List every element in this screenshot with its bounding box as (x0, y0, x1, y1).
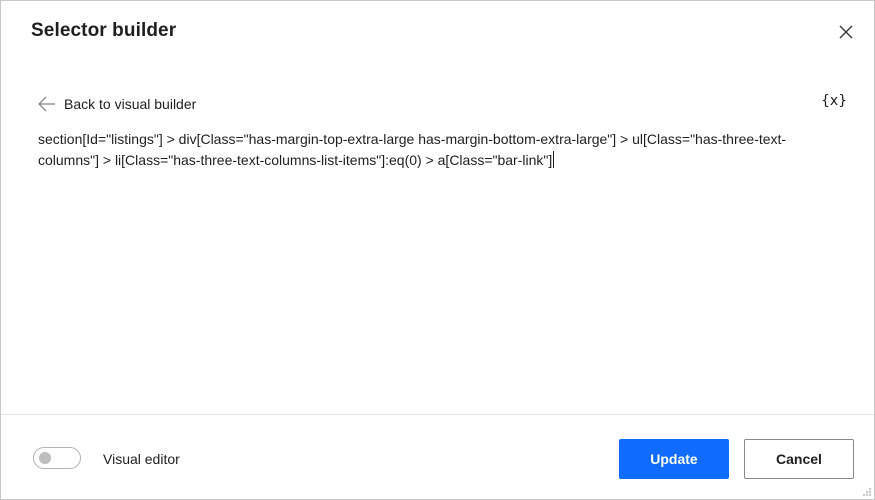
back-link-label: Back to visual builder (64, 96, 197, 112)
visual-editor-label: Visual editor (103, 451, 180, 467)
selector-builder-dialog: Selector builder Back to visual builder … (0, 0, 875, 500)
resize-grip-icon[interactable] (862, 487, 872, 497)
close-icon (839, 25, 853, 39)
insert-variable-button[interactable]: {x} (821, 93, 847, 109)
footer-divider (1, 414, 874, 415)
dialog-title: Selector builder (31, 20, 177, 41)
arrow-left-icon (38, 96, 55, 112)
text-caret (553, 151, 555, 168)
selector-text-editor[interactable]: section[Id="listings"] > div[Class="has-… (38, 129, 808, 171)
back-to-visual-builder-link[interactable]: Back to visual builder (37, 94, 196, 114)
close-button[interactable] (835, 21, 857, 43)
toggle-knob (39, 452, 51, 464)
cancel-button[interactable]: Cancel (744, 439, 854, 479)
visual-editor-toggle[interactable] (33, 447, 81, 469)
update-button[interactable]: Update (619, 439, 729, 479)
selector-text: section[Id="listings"] > div[Class="has-… (38, 131, 787, 168)
